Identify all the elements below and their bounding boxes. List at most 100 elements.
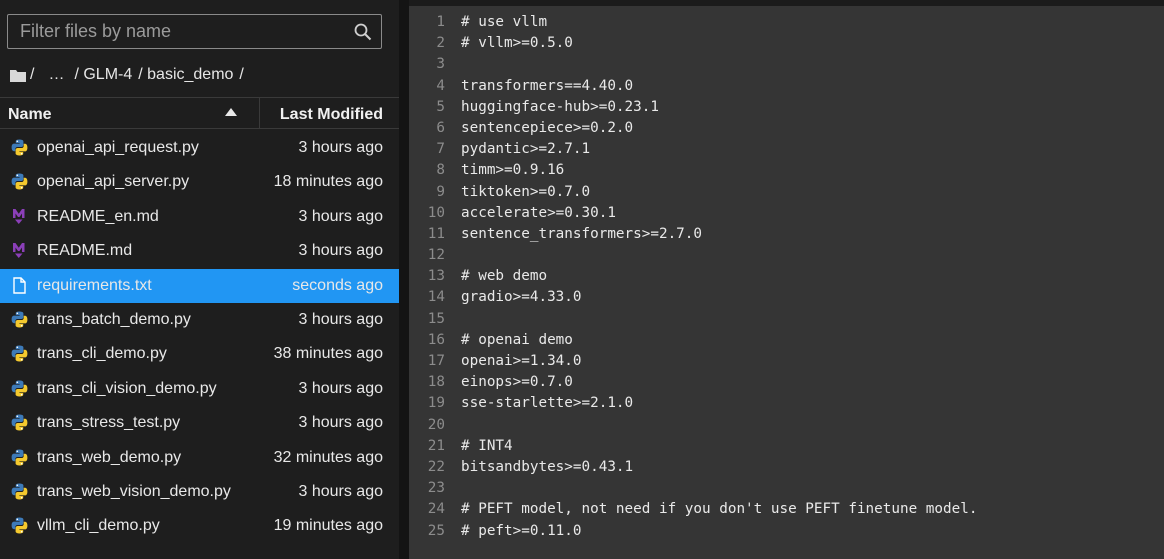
line-text: pydantic>=2.7.1 bbox=[461, 141, 591, 158]
line-text: tiktoken>=0.7.0 bbox=[461, 183, 591, 200]
code-line[interactable]: 8 timm>=0.9.16 bbox=[409, 160, 1164, 181]
folder-icon[interactable] bbox=[10, 69, 26, 82]
sort-ascending-icon[interactable] bbox=[225, 108, 237, 116]
line-number: 13 bbox=[427, 268, 445, 285]
search-icon[interactable] bbox=[354, 23, 372, 41]
line-text: sentencepiece>=0.2.0 bbox=[461, 119, 634, 136]
file-name: README.md bbox=[37, 242, 133, 260]
code-line[interactable]: 14 gradio>=4.33.0 bbox=[409, 287, 1164, 308]
filter-search-box[interactable] bbox=[7, 14, 382, 49]
file-last-modified: 18 minutes ago bbox=[273, 173, 383, 191]
code-line[interactable]: 12 bbox=[409, 245, 1164, 266]
file-last-modified: seconds ago bbox=[292, 276, 383, 294]
file-row[interactable]: vllm_cli_demo.py 19 minutes ago bbox=[0, 509, 399, 543]
file-row[interactable]: openai_api_server.py 18 minutes ago bbox=[0, 165, 399, 199]
code-line[interactable]: 24 # PEFT model, not need if you don't us… bbox=[409, 499, 1164, 520]
file-row[interactable]: trans_batch_demo.py 3 hours ago bbox=[0, 303, 399, 337]
code-line[interactable]: 10 accelerate>=0.30.1 bbox=[409, 203, 1164, 224]
file-row[interactable]: trans_cli_demo.py 38 minutes ago bbox=[0, 337, 399, 371]
markdown-file-icon bbox=[11, 242, 28, 259]
file-row[interactable]: README_en.md 3 hours ago bbox=[0, 200, 399, 234]
line-number: 17 bbox=[427, 353, 445, 369]
line-number: 12 bbox=[427, 247, 445, 264]
code-line[interactable]: 1 # use vllm bbox=[409, 12, 1164, 33]
breadcrumb-ellipsis[interactable]: … bbox=[48, 66, 64, 84]
code-line[interactable]: 18 einops>=0.7.0 bbox=[409, 372, 1164, 393]
file-name: vllm_cli_demo.py bbox=[37, 517, 160, 535]
file-row[interactable]: requirements.txt seconds ago bbox=[0, 268, 399, 303]
code-line[interactable]: 16 # openai demo bbox=[409, 330, 1164, 351]
file-last-modified: 3 hours ago bbox=[298, 414, 383, 432]
file-last-modified: 38 minutes ago bbox=[273, 345, 383, 363]
line-text: # peft>=0.11.0 bbox=[461, 522, 582, 539]
code-line[interactable]: 22 bitsandbytes>=0.43.1 bbox=[409, 457, 1164, 478]
line-text: openai>=1.34.0 bbox=[461, 353, 582, 369]
line-number: 7 bbox=[436, 141, 445, 158]
code-line[interactable]: 2 # vllm>=0.5.0 bbox=[409, 33, 1164, 54]
line-number: 15 bbox=[427, 310, 445, 327]
file-name: requirements.txt bbox=[37, 276, 152, 294]
file-name: trans_cli_vision_demo.py bbox=[37, 379, 217, 397]
code-line[interactable]: 25 # peft>=0.11.0 bbox=[409, 521, 1164, 542]
code-line[interactable]: 19 sse-starlette>=2.1.0 bbox=[409, 393, 1164, 414]
file-row[interactable]: trans_web_demo.py 32 minutes ago bbox=[0, 441, 399, 475]
line-text: transformers==4.40.0 bbox=[461, 77, 634, 94]
code-line[interactable]: 5 huggingface-hub>=0.23.1 bbox=[409, 97, 1164, 118]
file-row[interactable]: trans_cli_vision_demo.py 3 hours ago bbox=[0, 372, 399, 406]
file-name: openai_api_server.py bbox=[37, 173, 190, 191]
code-line[interactable]: 23 bbox=[409, 478, 1164, 499]
line-text: # PEFT model, not need if you don't use … bbox=[461, 501, 978, 518]
line-number: 2 bbox=[436, 35, 445, 52]
file-row[interactable]: trans_web_vision_demo.py 3 hours ago bbox=[0, 475, 399, 509]
code-line[interactable]: 6 sentencepiece>=0.2.0 bbox=[409, 118, 1164, 139]
line-number: 18 bbox=[427, 374, 445, 391]
python-file-icon bbox=[11, 345, 28, 362]
line-number: 10 bbox=[427, 204, 445, 221]
line-number: 11 bbox=[427, 225, 445, 242]
code-line[interactable]: 9 tiktoken>=0.7.0 bbox=[409, 182, 1164, 203]
column-name-header[interactable]: Name bbox=[8, 106, 52, 124]
code-line[interactable]: 20 bbox=[409, 415, 1164, 436]
line-number: 23 bbox=[427, 480, 445, 497]
editor-content[interactable]: 1 # use vllm 2 # vllm>=0.5.0 3 4 transformers=… bbox=[409, 12, 1164, 542]
line-number: 16 bbox=[427, 331, 445, 348]
code-line[interactable]: 17 openai>=1.34.0 bbox=[409, 351, 1164, 372]
line-text: bitsandbytes>=0.43.1 bbox=[461, 458, 634, 475]
python-file-icon bbox=[11, 449, 28, 466]
code-line[interactable]: 11 sentence_transformers>=2.7.0 bbox=[409, 224, 1164, 245]
code-line[interactable]: 15 bbox=[409, 309, 1164, 330]
line-number: 8 bbox=[436, 162, 445, 179]
breadcrumb-trailing-slash: / bbox=[239, 66, 244, 83]
code-line[interactable]: 21 # INT4 bbox=[409, 436, 1164, 457]
markdown-file-icon bbox=[11, 208, 28, 225]
panel-splitter[interactable] bbox=[399, 0, 409, 559]
python-file-icon bbox=[11, 414, 28, 431]
text-editor[interactable]: 1 # use vllm 2 # vllm>=0.5.0 3 4 transformers=… bbox=[409, 0, 1164, 559]
file-name: trans_web_demo.py bbox=[37, 448, 182, 466]
file-row[interactable]: trans_stress_test.py 3 hours ago bbox=[0, 406, 399, 440]
file-row[interactable]: openai_api_request.py 3 hours ago bbox=[0, 131, 399, 165]
file-row[interactable]: README.md 3 hours ago bbox=[0, 234, 399, 268]
breadcrumb-basic-demo[interactable]: / basic_demo bbox=[138, 66, 233, 84]
line-text: # web demo bbox=[461, 268, 548, 285]
breadcrumb: / … / GLM-4 / basic_demo / bbox=[10, 64, 250, 86]
file-name: README_en.md bbox=[37, 207, 159, 225]
file-name: openai_api_request.py bbox=[37, 139, 199, 156]
column-divider[interactable] bbox=[259, 98, 260, 128]
file-last-modified: 3 hours ago bbox=[298, 139, 383, 156]
code-line[interactable]: 3 bbox=[409, 54, 1164, 75]
line-text: einops>=0.7.0 bbox=[461, 374, 573, 391]
code-line[interactable]: 13 # web demo bbox=[409, 266, 1164, 287]
file-last-modified: 32 minutes ago bbox=[273, 448, 383, 466]
line-number: 14 bbox=[427, 289, 445, 306]
line-text: sentence_transformers>=2.7.0 bbox=[461, 225, 703, 242]
python-file-icon bbox=[11, 380, 28, 397]
code-line[interactable]: 4 transformers==4.40.0 bbox=[409, 76, 1164, 97]
code-line[interactable]: 7 pydantic>=2.7.1 bbox=[409, 139, 1164, 160]
column-last-modified-header[interactable]: Last Modified bbox=[280, 106, 383, 124]
breadcrumb-root[interactable]: / bbox=[30, 66, 34, 84]
filter-input[interactable] bbox=[8, 15, 360, 48]
line-number: 6 bbox=[436, 119, 445, 136]
file-last-modified: 3 hours ago bbox=[298, 379, 383, 397]
breadcrumb-glm4[interactable]: / GLM-4 bbox=[74, 66, 132, 84]
